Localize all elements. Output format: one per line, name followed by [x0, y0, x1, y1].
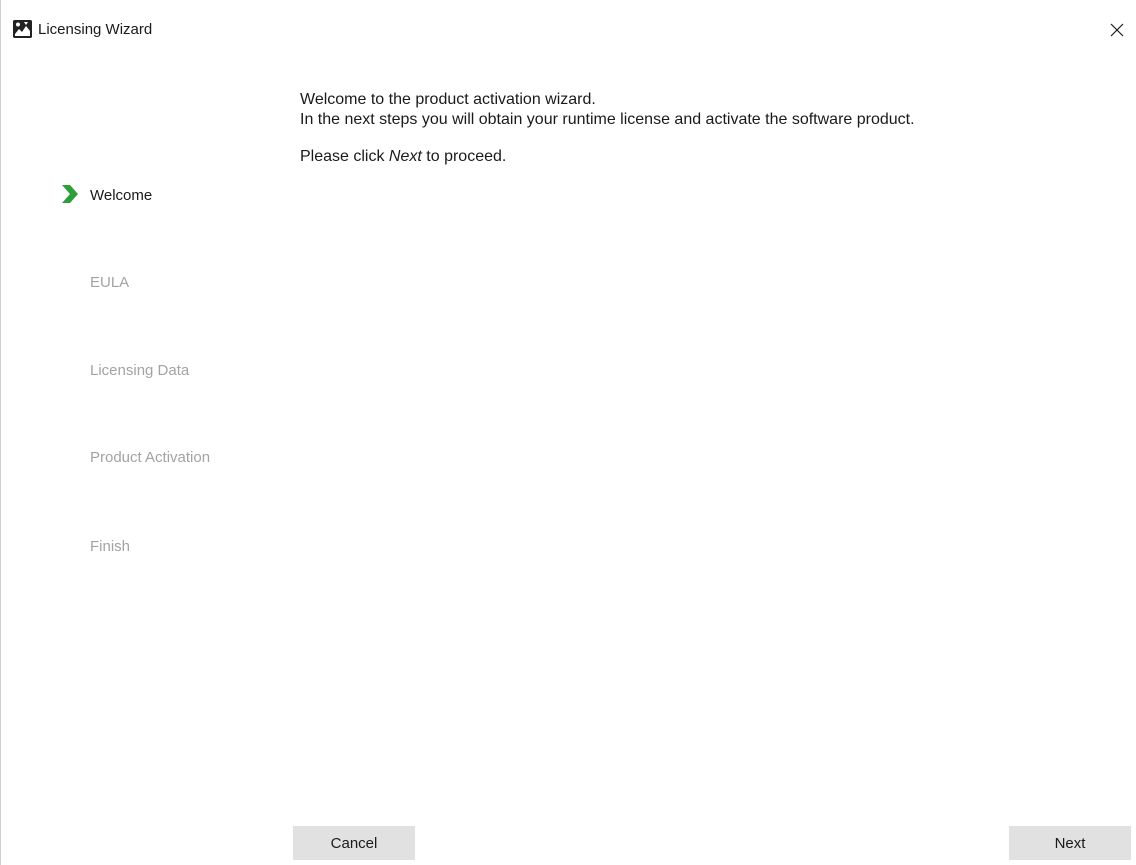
instruction-suffix: to proceed.: [421, 148, 507, 165]
instruction-text: Please click Next to proceed.: [300, 147, 1120, 167]
welcome-content: Welcome to the product activation wizard…: [300, 90, 1120, 167]
step-eula: EULA: [90, 274, 130, 291]
current-step-arrow-icon: [62, 185, 78, 203]
wizard-steps: Welcome EULA Licensing Data Product Acti…: [1, 0, 281, 865]
next-button[interactable]: Next: [1009, 826, 1131, 860]
cancel-button[interactable]: Cancel: [293, 826, 415, 860]
welcome-description: In the next steps you will obtain your r…: [300, 111, 915, 128]
step-welcome: Welcome: [90, 187, 153, 204]
welcome-heading: Welcome to the product activation wizard…: [300, 91, 596, 108]
licensing-wizard-window: Licensing Wizard Welcome EULA Licensing …: [0, 0, 1136, 865]
step-product-activation: Product Activation: [90, 449, 211, 466]
close-icon: [1110, 23, 1124, 37]
close-button[interactable]: [1097, 10, 1136, 50]
step-finish: Finish: [90, 538, 131, 555]
step-licensing-data: Licensing Data: [90, 362, 190, 379]
instruction-prefix: Please click: [300, 148, 389, 165]
instruction-emphasis: Next: [388, 148, 422, 165]
